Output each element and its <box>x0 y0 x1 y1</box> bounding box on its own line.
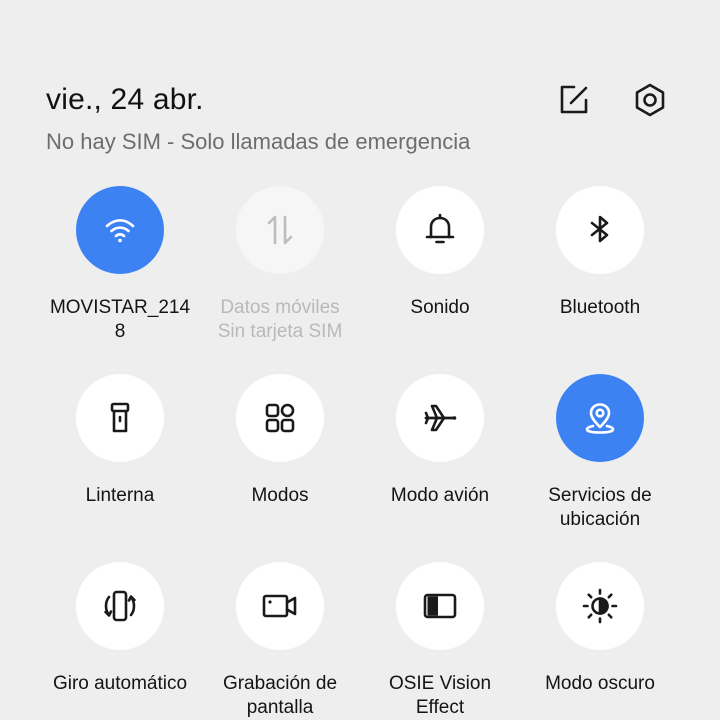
vision-effect-toggle[interactable] <box>396 562 484 650</box>
modes-toggle[interactable] <box>236 374 324 462</box>
location-toggle[interactable] <box>556 374 644 462</box>
auto-rotate-toggle[interactable] <box>76 562 164 650</box>
mobile-data-icon <box>267 215 293 245</box>
airplane-icon <box>424 404 457 432</box>
date-label: vie., 24 abr. <box>46 83 204 116</box>
sound-toggle[interactable] <box>396 186 484 274</box>
dark-mode-toggle[interactable] <box>556 562 644 650</box>
tile-label: OSIE Vision Effect <box>388 673 492 718</box>
tile-label: Sonido <box>410 297 470 318</box>
tile-label: Servicios de ubicación <box>548 485 652 530</box>
flashlight-icon <box>110 402 130 433</box>
wifi-toggle[interactable] <box>76 186 164 274</box>
tile-airplane[interactable]: Modo avión <box>360 374 520 508</box>
edit-icon <box>560 85 588 114</box>
tile-label: Modo oscuro <box>545 673 655 694</box>
modes-icon <box>265 403 295 433</box>
tile-label: Grabación de pantalla <box>222 673 338 718</box>
tile-label: Linterna <box>85 485 155 506</box>
bluetooth-icon <box>590 215 609 243</box>
wifi-icon <box>105 219 135 243</box>
tile-auto-rotate[interactable]: Giro automático <box>40 562 200 696</box>
tile-label: Datos móviles <box>220 297 340 318</box>
screen-record-toggle[interactable] <box>236 562 324 650</box>
tile-sublabel: Sin tarjeta SIM <box>217 321 343 342</box>
dark-mode-icon <box>582 588 618 624</box>
tile-label: Giro automático <box>52 673 188 694</box>
tile-location[interactable]: Servicios de ubicación <box>520 374 680 532</box>
tile-bluetooth[interactable]: Bluetooth <box>520 186 680 320</box>
quick-settings-panel: vie., 24 abr. No hay SIM - Solo llamadas… <box>0 0 720 720</box>
tile-flashlight[interactable]: Linterna <box>40 374 200 508</box>
location-icon <box>585 403 615 434</box>
tile-label: MOVISTAR_214 8 <box>49 297 191 342</box>
bell-icon <box>425 213 455 244</box>
tile-mobile-data[interactable]: Datos móviles Sin tarjeta SIM <box>200 186 360 344</box>
tile-dark-mode[interactable]: Modo oscuro <box>520 562 680 696</box>
screen-record-icon <box>262 594 297 618</box>
flashlight-toggle[interactable] <box>76 374 164 462</box>
tile-wifi[interactable]: MOVISTAR_214 8 <box>40 186 200 344</box>
tile-label: Modo avión <box>390 485 490 506</box>
settings-button[interactable] <box>630 80 670 120</box>
edit-button[interactable] <box>554 80 594 120</box>
tile-label: Bluetooth <box>559 297 641 318</box>
tile-label: Modos <box>251 485 309 506</box>
airplane-toggle[interactable] <box>396 374 484 462</box>
settings-icon <box>635 83 665 117</box>
mobile-data-toggle[interactable] <box>236 186 324 274</box>
tile-sound[interactable]: Sonido <box>360 186 520 320</box>
auto-rotate-icon <box>104 590 136 622</box>
vision-effect-icon <box>423 593 457 619</box>
tile-vision-effect[interactable]: OSIE Vision Effect <box>360 562 520 720</box>
tile-screen-record[interactable]: Grabación de pantalla <box>200 562 360 720</box>
bluetooth-toggle[interactable] <box>556 186 644 274</box>
sim-status-label: No hay SIM - Solo llamadas de emergencia <box>46 129 471 154</box>
tile-modes[interactable]: Modos <box>200 374 360 508</box>
